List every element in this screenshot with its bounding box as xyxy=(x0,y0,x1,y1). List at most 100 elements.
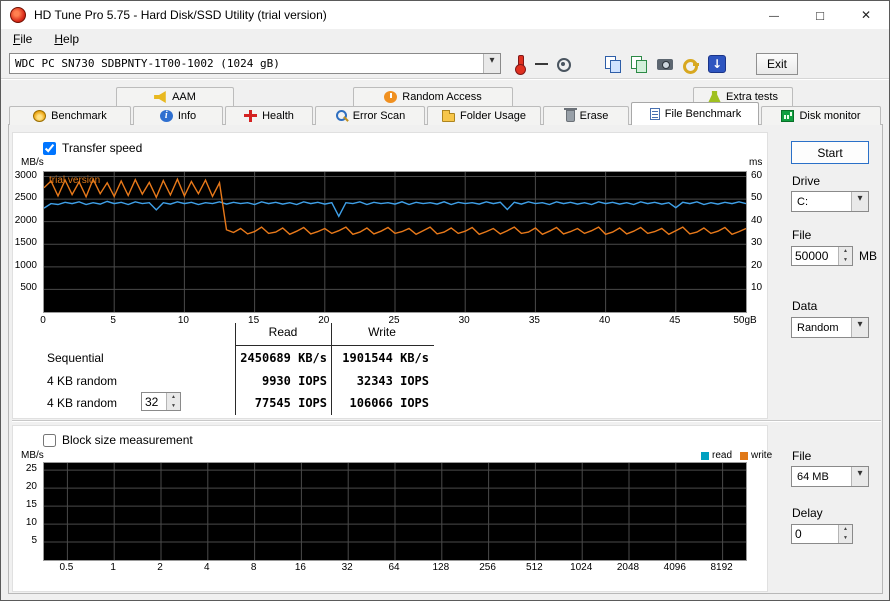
close-button[interactable] xyxy=(843,1,889,29)
file-benchmark-icon xyxy=(649,108,660,120)
drive-label: Drive xyxy=(792,174,821,188)
axis-tick-label: 35 xyxy=(528,315,540,326)
menubar: File Help xyxy=(1,29,889,49)
data-pattern-select[interactable]: Random xyxy=(791,317,869,338)
menu-file[interactable]: File xyxy=(9,31,36,47)
menu-help[interactable]: Help xyxy=(50,31,83,47)
tab-file-benchmark[interactable]: File Benchmark xyxy=(631,102,759,125)
y-axis-left-title: MB/s xyxy=(21,157,44,168)
copy-results-icon[interactable] xyxy=(604,55,622,73)
axis-tick-label: 5 xyxy=(110,315,116,326)
table-header-read: Read xyxy=(268,325,298,339)
tab-erase[interactable]: Erase xyxy=(543,106,629,125)
tab-label: Health xyxy=(262,110,294,122)
drive-combobox[interactable]: WDC PC SN730 SDBPNTY-1T00-1002 (1024 gB) xyxy=(9,53,501,74)
tab-label: Info xyxy=(177,110,197,122)
block-size-checkbox[interactable] xyxy=(43,434,56,447)
tab-folder-usage[interactable]: Folder Usage xyxy=(427,106,541,125)
minimize-button[interactable] xyxy=(751,1,797,29)
copy-text-icon[interactable] xyxy=(630,55,648,73)
queue-depth-stepper[interactable]: 32 xyxy=(141,392,181,411)
random-access-icon xyxy=(384,91,398,103)
spin-up-icon[interactable] xyxy=(839,525,852,534)
benchmark-icon xyxy=(33,110,47,122)
drive-select-value: C: xyxy=(797,195,808,208)
minimize-icon xyxy=(769,8,779,22)
chart-legend: read write xyxy=(701,450,772,461)
tab-label: Erase xyxy=(579,110,609,122)
4kb-random-qd-read-value: 77545 IOPS xyxy=(254,396,327,410)
block-size-label: Block size measurement xyxy=(62,433,193,447)
file-size-input[interactable]: 50000 xyxy=(791,246,853,266)
axis-tick-label: 32 xyxy=(341,562,353,573)
spin-down-icon[interactable] xyxy=(167,401,180,410)
tab-aam[interactable]: AAM xyxy=(116,87,234,106)
spinner xyxy=(838,247,852,265)
tab-health[interactable]: Health xyxy=(225,106,313,125)
spinner xyxy=(838,525,852,543)
health-icon xyxy=(244,110,258,122)
axis-tick-label: 10 xyxy=(751,282,763,294)
axis-tick-label: 20 xyxy=(25,481,37,493)
axis-tick-label: 1500 xyxy=(14,237,37,249)
block-file-select[interactable]: 64 MB xyxy=(791,466,869,487)
block-size-chart xyxy=(43,462,747,561)
spin-up-icon[interactable] xyxy=(839,247,852,256)
axis-tick-label: 10 xyxy=(177,315,189,326)
tab-label: Error Scan xyxy=(352,110,406,122)
tab-disk-monitor[interactable]: Disk monitor xyxy=(761,106,881,125)
titlebar: HD Tune Pro 5.75 - Hard Disk/SSD Utility… xyxy=(1,1,889,29)
license-key-icon[interactable] xyxy=(682,55,700,74)
window-title: HD Tune Pro 5.75 - Hard Disk/SSD Utility… xyxy=(34,8,327,22)
axis-tick-label: 60 xyxy=(751,169,763,181)
transfer-speed-checkbox[interactable] xyxy=(43,142,56,155)
table-header-divider xyxy=(235,345,434,346)
axis-tick-label: 30 xyxy=(751,237,763,249)
error-scan-icon xyxy=(335,110,348,122)
chevron-down-icon[interactable] xyxy=(851,318,868,337)
axis-tick-label: 40 xyxy=(751,214,763,226)
drive-select[interactable]: C: xyxy=(791,191,869,212)
tab-label: Benchmark xyxy=(51,110,107,122)
transfer-speed-panel: Transfer speed MB/s ms trial version 300… xyxy=(12,132,768,419)
file-benchmark-page: Transfer speed MB/s ms trial version 300… xyxy=(8,124,883,594)
save-results-icon[interactable] xyxy=(708,54,726,73)
axis-tick-label: 128 xyxy=(432,562,450,573)
app-window: HD Tune Pro 5.75 - Hard Disk/SSD Utility… xyxy=(0,0,890,601)
axis-tick-label: 25 xyxy=(25,463,37,475)
tab-row-main: Benchmark Info Health Error Scan Folder … xyxy=(9,102,881,125)
axis-tick-label: 50 xyxy=(751,192,763,204)
tab-label: AAM xyxy=(172,91,196,103)
axis-tick-label: 1000 xyxy=(14,259,37,271)
monitor-toggle-icon[interactable] xyxy=(554,55,572,73)
disk-monitor-icon xyxy=(781,110,795,122)
delay-input[interactable]: 0 xyxy=(791,524,853,544)
screenshot-icon[interactable] xyxy=(656,55,674,73)
maximize-icon xyxy=(816,8,824,23)
tab-info[interactable]: Info xyxy=(133,106,223,125)
temperature-icon[interactable] xyxy=(511,54,529,75)
chevron-down-icon[interactable] xyxy=(483,54,500,73)
axis-tick-label: 1 xyxy=(110,562,116,573)
tab-error-scan[interactable]: Error Scan xyxy=(315,106,425,125)
axis-tick-label: 64 xyxy=(388,562,400,573)
block-file-label: File xyxy=(792,449,812,463)
tab-label: Disk monitor xyxy=(799,110,861,122)
maximize-button[interactable] xyxy=(797,1,843,29)
spin-down-icon[interactable] xyxy=(839,256,852,265)
spin-up-icon[interactable] xyxy=(167,393,180,402)
axis-tick-label: 2000 xyxy=(14,214,37,226)
tab-benchmark[interactable]: Benchmark xyxy=(9,106,131,125)
read-legend-label: read xyxy=(712,450,733,461)
start-button[interactable]: Start xyxy=(791,141,869,164)
table-header-write: Write xyxy=(368,325,396,339)
axis-tick-label: 8 xyxy=(250,562,257,573)
block-y-axis-title: MB/s xyxy=(21,450,44,461)
exit-button[interactable]: Exit xyxy=(756,52,799,75)
tab-random-access[interactable]: Random Access xyxy=(353,87,513,106)
spin-down-icon[interactable] xyxy=(839,534,852,543)
axis-tick-label: 8192 xyxy=(710,562,733,573)
chevron-down-icon[interactable] xyxy=(851,192,868,211)
axis-tick-label: 50gB xyxy=(733,315,757,326)
chevron-down-icon[interactable] xyxy=(851,467,868,486)
